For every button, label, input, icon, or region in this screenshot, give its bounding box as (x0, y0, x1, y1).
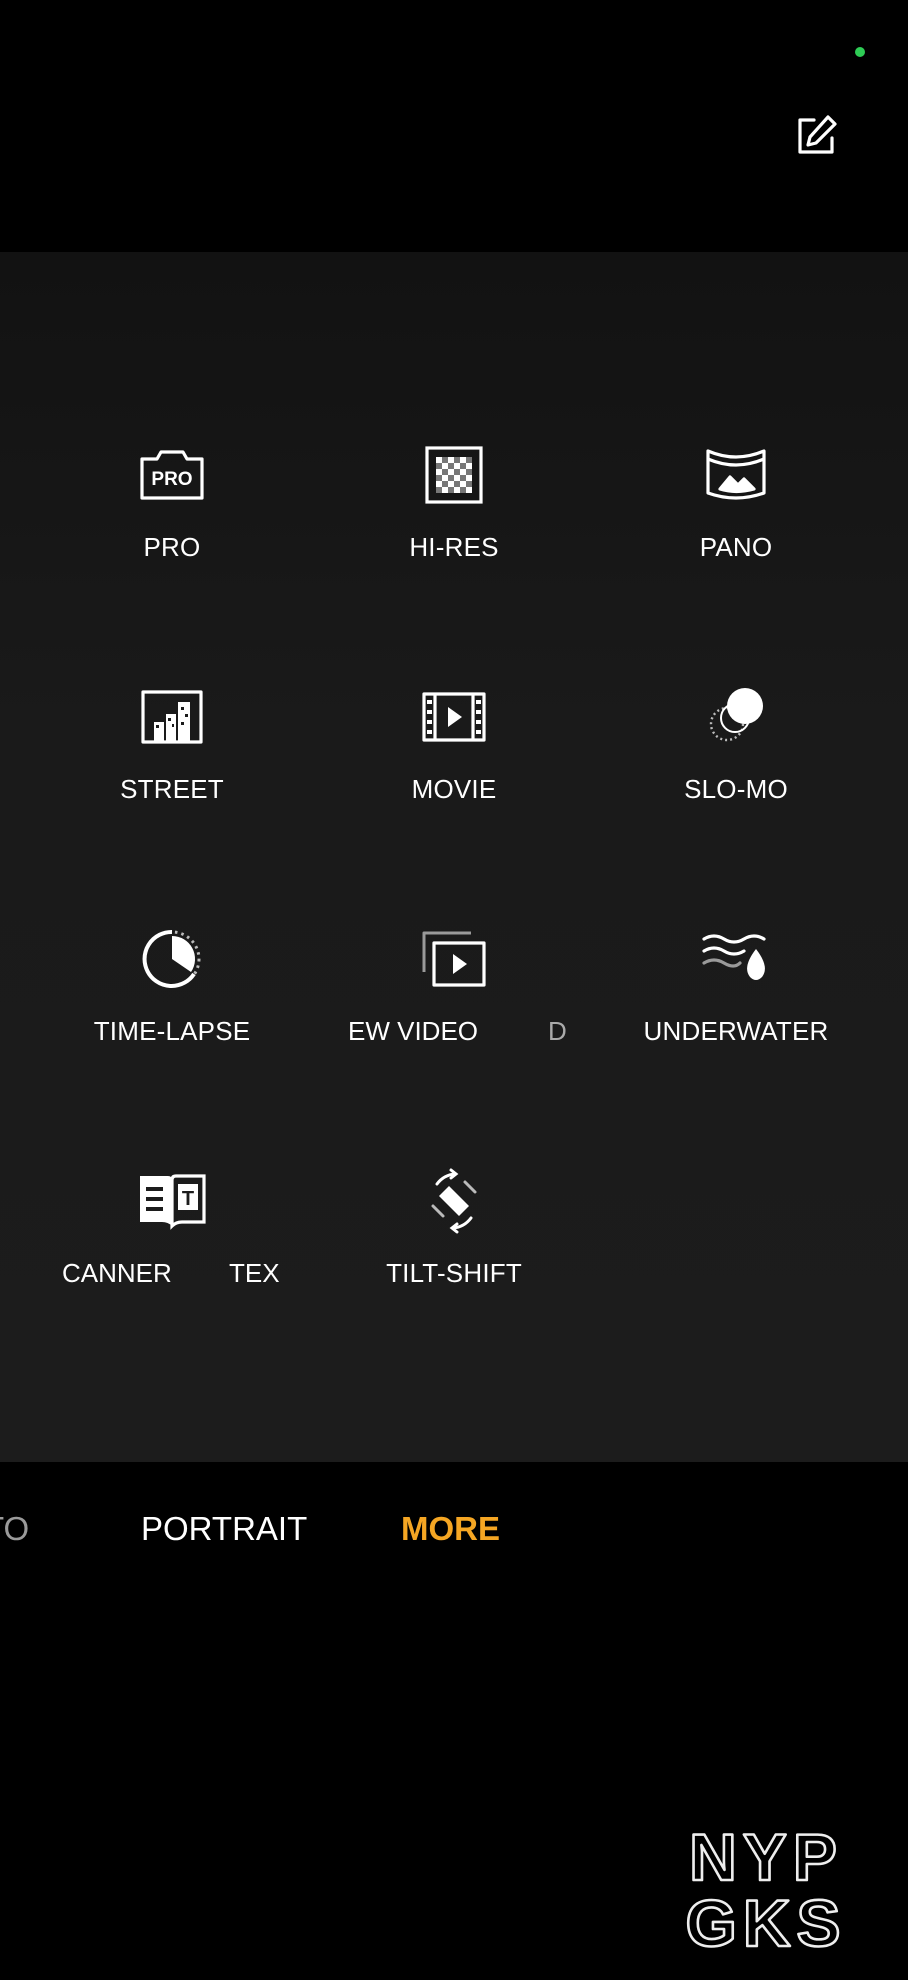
street-icon (135, 680, 209, 754)
movie-icon (417, 680, 491, 754)
mode-label: PANO (699, 532, 773, 562)
edit-icon (798, 115, 837, 154)
underwater-icon (699, 922, 773, 996)
edit-modes-button[interactable] (790, 110, 842, 162)
mode-hi-res[interactable]: HI-RES (314, 438, 594, 638)
mode-dual-view-video[interactable]: EW VIDEO D (314, 922, 594, 1122)
camera-screen: PRO PRO HI-RES PANO STREET MOVIE SLO-MO … (0, 0, 908, 1980)
pro-camera-icon: PRO (135, 438, 209, 512)
tab-photo[interactable]: TO (0, 1510, 29, 1548)
slo-mo-icon (699, 680, 773, 754)
tilt-shift-icon (417, 1164, 491, 1238)
dual-view-video-icon (417, 922, 491, 996)
dual-view-video-label-row: EW VIDEO D (314, 1016, 594, 1056)
mode-label: CANNER (62, 1258, 172, 1288)
text-scanner-icon-letter: T (182, 1188, 194, 1210)
nyp-gks-watermark-logo: NYP GKS (646, 1819, 886, 1962)
mode-movie[interactable]: MOVIE (314, 680, 594, 880)
panorama-icon (699, 438, 773, 512)
mode-selector-tabs: TO PORTRAIT MORE (0, 1510, 908, 1570)
text-scanner-icon: T (135, 1164, 209, 1238)
privacy-indicator-dot (855, 47, 865, 57)
mode-pano[interactable]: PANO (596, 438, 876, 638)
mode-street[interactable]: STREET (32, 680, 312, 880)
text-scanner-label-row: CANNER TEX (32, 1258, 312, 1298)
watermark-line-2: GKS (685, 1886, 846, 1955)
tab-more[interactable]: MORE (401, 1510, 500, 1548)
next-mode-label-fragment: D (548, 1016, 567, 1046)
mode-label: TILT-SHIFT (386, 1258, 522, 1288)
pro-icon-text: PRO (151, 469, 192, 490)
mode-label: SLO-MO (684, 774, 788, 804)
mode-label: EW VIDEO (348, 1016, 479, 1046)
hi-res-icon (417, 438, 491, 512)
mode-label: TIME-LAPSE (93, 1016, 251, 1046)
mode-tilt-shift[interactable]: TILT-SHIFT (314, 1164, 594, 1364)
mode-pro[interactable]: PRO PRO (32, 438, 312, 638)
time-lapse-icon (135, 922, 209, 996)
mode-label: UNDERWATER (643, 1016, 829, 1046)
tab-portrait[interactable]: PORTRAIT (141, 1510, 307, 1548)
mode-slo-mo[interactable]: SLO-MO (596, 680, 876, 880)
next-mode-label-fragment: TEX (229, 1258, 280, 1288)
mode-underwater[interactable]: UNDERWATER (596, 922, 876, 1122)
mode-text-scanner[interactable]: T CANNER TEX (32, 1164, 312, 1364)
watermark-line-1: NYP (689, 1820, 843, 1894)
mode-time-lapse[interactable]: TIME-LAPSE (32, 922, 312, 1122)
more-modes-panel: PRO PRO HI-RES PANO STREET MOVIE SLO-MO … (0, 252, 908, 1462)
